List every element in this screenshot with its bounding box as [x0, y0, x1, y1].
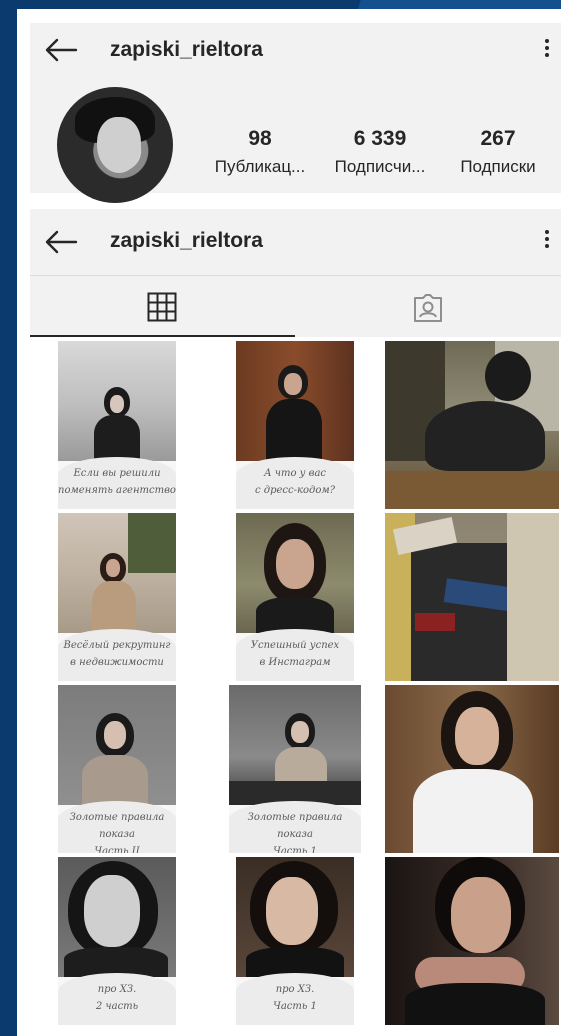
tagged-icon: [414, 294, 442, 322]
top-bar-2: zapiski_rieltora: [30, 209, 561, 275]
stat-posts-count: 98: [248, 127, 272, 150]
post-caption: про ХЗ. 2 часть: [58, 973, 176, 1025]
caption-line: с дресс-кодом?: [254, 485, 336, 496]
post-tile[interactable]: [385, 513, 559, 681]
caption-line: Золотые правила показа: [69, 812, 165, 840]
caption-line: в недвижимости: [70, 657, 164, 668]
caption-line: в Инстаграм: [259, 657, 331, 668]
profile-stats: 98 Публикац... 6 339 Подписчи... 267 Под…: [210, 127, 550, 187]
stat-posts[interactable]: 98 Публикац...: [210, 127, 310, 177]
caption-line: Золотые правила показа: [247, 812, 343, 840]
tab-grid[interactable]: [30, 276, 295, 337]
caption-line: Часть II: [94, 846, 140, 853]
top-bar: zapiski_rieltora: [30, 23, 561, 79]
post-caption: Успешный успех в Инстаграм: [236, 629, 354, 681]
caption-line: Весёлый рекрутинг: [63, 640, 171, 651]
phone-screen: zapiski_rieltora 98 Публикац... 6 339 По…: [17, 9, 561, 1036]
stat-following-count: 267: [480, 127, 516, 150]
post-caption: Весёлый рекрутинг в недвижимости: [58, 629, 176, 681]
post-tile[interactable]: Если вы решили поменять агентство: [58, 341, 176, 509]
active-tab-indicator: [30, 335, 295, 337]
back-arrow-icon[interactable]: [44, 37, 78, 63]
tab-tagged[interactable]: [295, 276, 561, 337]
profile-tabs: [30, 276, 561, 337]
post-tile[interactable]: про ХЗ. 2 часть: [58, 857, 176, 1025]
caption-line: Успешный успех: [250, 640, 340, 651]
caption-line: Часть 1: [273, 846, 317, 853]
post-caption: Золотые правила показа Часть 1: [229, 801, 361, 853]
stat-followers-label: Подписчи...: [334, 157, 426, 176]
stat-following[interactable]: 267 Подписки: [450, 127, 546, 177]
grid-icon: [147, 292, 177, 322]
stat-posts-label: Публикац...: [214, 157, 306, 176]
stat-followers[interactable]: 6 339 Подписчи...: [320, 127, 440, 177]
stat-following-label: Подписки: [460, 157, 536, 176]
post-tile[interactable]: Золотые правила показа Часть 1: [229, 685, 361, 853]
post-tile[interactable]: [385, 857, 559, 1025]
post-tile[interactable]: про ХЗ. Часть 1: [236, 857, 354, 1025]
caption-line: про ХЗ.: [97, 984, 137, 995]
post-tile[interactable]: [385, 685, 559, 853]
post-tile[interactable]: Успешный успех в Инстаграм: [236, 513, 354, 681]
more-options-icon[interactable]: [539, 224, 555, 254]
caption-line: 2 часть: [95, 1001, 139, 1012]
post-caption: Золотые правила показа Часть II: [58, 801, 176, 853]
more-options-icon[interactable]: [539, 33, 555, 63]
avatar[interactable]: [57, 87, 173, 203]
posts-grid: Если вы решили поменять агентство А что …: [17, 341, 561, 1036]
caption-line: Если вы решили: [73, 468, 161, 479]
caption-line: Часть 1: [273, 1001, 317, 1012]
post-tile[interactable]: Весёлый рекрутинг в недвижимости: [58, 513, 176, 681]
post-tile[interactable]: А что у вас с дресс-кодом?: [236, 341, 354, 509]
caption-line: поменять агентство: [58, 485, 176, 496]
back-arrow-icon[interactable]: [44, 229, 78, 255]
profile-header: zapiski_rieltora 98 Публикац... 6 339 По…: [30, 23, 561, 203]
post-tile[interactable]: [385, 341, 559, 509]
stat-followers-count: 6 339: [353, 127, 407, 150]
header-username: zapiski_rieltora: [110, 229, 263, 252]
caption-line: про ХЗ.: [275, 984, 315, 995]
post-tile[interactable]: Золотые правила показа Часть II: [58, 685, 176, 853]
post-caption: Если вы решили поменять агентство: [58, 457, 176, 509]
profile-username: zapiski_rieltora: [110, 38, 263, 61]
caption-line: А что у вас: [263, 468, 327, 479]
post-caption: А что у вас с дресс-кодом?: [236, 457, 354, 509]
post-caption: про ХЗ. Часть 1: [236, 973, 354, 1025]
grid-header: zapiski_rieltora: [30, 209, 561, 337]
